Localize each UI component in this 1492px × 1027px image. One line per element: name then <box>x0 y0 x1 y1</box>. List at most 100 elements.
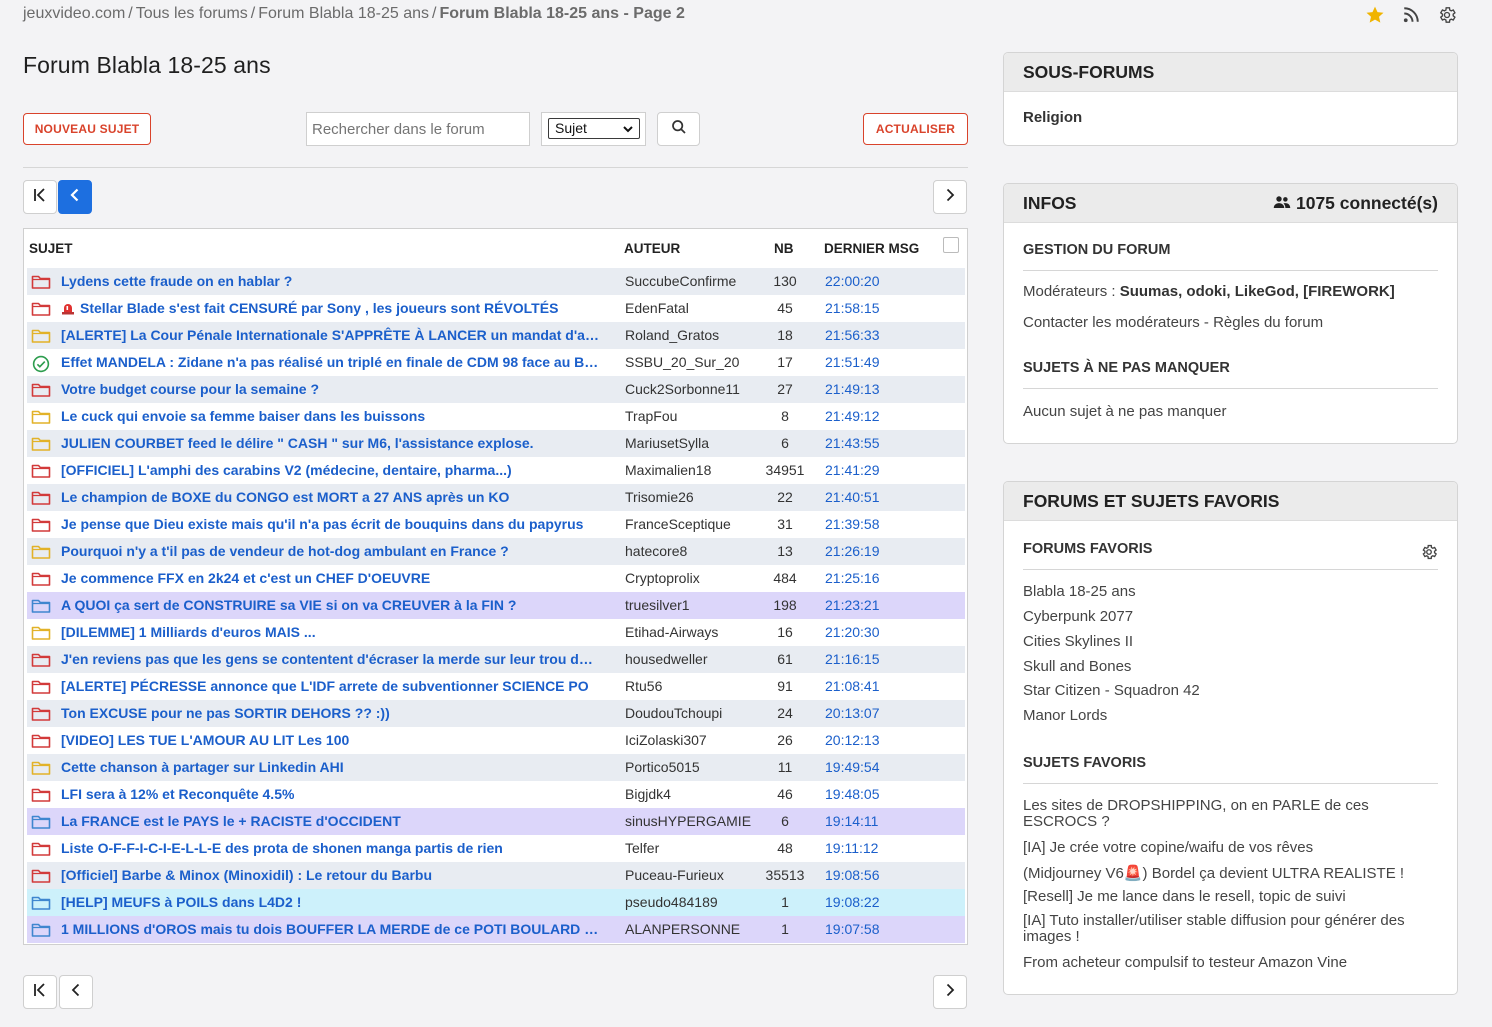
topic-title-link[interactable]: [Officiel] Barbe & Minox (Minoxidil) : L… <box>61 867 432 883</box>
table-row[interactable]: [Officiel] Barbe & Minox (Minoxidil) : L… <box>27 862 965 889</box>
topic-author[interactable]: hatecore8 <box>625 543 687 559</box>
topic-author[interactable]: DoudouTchoupi <box>625 705 722 721</box>
topic-title-link[interactable]: [ALERTE] La Cour Pénale Internationale S… <box>61 327 599 343</box>
subforum-link[interactable]: Religion <box>1023 109 1082 126</box>
prev-page-button-bottom[interactable] <box>59 975 93 1009</box>
topic-author[interactable]: FranceSceptique <box>625 516 731 532</box>
table-row[interactable]: [OFFICIEL] L'amphi des carabins V2 (méde… <box>27 457 965 484</box>
topic-title-link[interactable]: Stellar Blade s'est fait CENSURÉ par Son… <box>61 300 558 318</box>
table-row[interactable]: [ALERTE] La Cour Pénale Internationale S… <box>27 322 965 349</box>
topic-author[interactable]: Trisomie26 <box>625 489 694 505</box>
topic-author[interactable]: SuccubeConfirme <box>625 273 736 289</box>
favorite-forum-link[interactable]: Skull and Bones <box>1023 658 1131 675</box>
topic-title-link[interactable]: Effet MANDELA : Zidane n'a pas réalisé u… <box>61 354 599 370</box>
topic-title-link[interactable]: A QUOI ça sert de CONSTRUIRE sa VIE si o… <box>61 597 516 613</box>
table-row[interactable]: 1 MILLIONS d'OROS mais tu dois BOUFFER L… <box>27 916 965 943</box>
favorite-forum-link[interactable]: Cyberpunk 2077 <box>1023 608 1133 625</box>
table-row[interactable]: Pourquoi n'y a t'il pas de vendeur de ho… <box>27 538 965 565</box>
topic-author[interactable]: Portico5015 <box>625 759 700 775</box>
topic-last-message-time[interactable]: 21:16:15 <box>825 651 880 667</box>
topic-title-link[interactable]: LFI sera à 12% et Reconquête 4.5% <box>61 786 294 802</box>
topic-title-link[interactable]: JULIEN COURBET feed le délire " CASH " s… <box>61 435 534 451</box>
table-row[interactable]: Je pense que Dieu existe mais qu'il n'a … <box>27 511 965 538</box>
topic-author[interactable]: MariusetSylla <box>625 435 709 451</box>
table-row[interactable]: JULIEN COURBET feed le délire " CASH " s… <box>27 430 965 457</box>
topic-title-link[interactable]: Je commence FFX en 2k24 et c'est un CHEF… <box>61 570 430 586</box>
topic-title-link[interactable]: [OFFICIEL] L'amphi des carabins V2 (méde… <box>61 462 512 478</box>
topic-title-link[interactable]: Liste O-F-F-I-C-I-E-L-L-E des prota de s… <box>61 840 503 856</box>
forum-search-input[interactable] <box>306 112 530 146</box>
topic-last-message-time[interactable]: 21:23:21 <box>825 597 880 613</box>
table-row[interactable]: J'en reviens pas que les gens se content… <box>27 646 965 673</box>
topic-title-link[interactable]: [DILEMME] 1 Milliards d'euros MAIS ... <box>61 624 316 640</box>
favorite-forum-link[interactable]: Star Citizen - Squadron 42 <box>1023 682 1200 699</box>
topic-author[interactable]: Bigjdk4 <box>625 786 671 802</box>
topic-author[interactable]: Maximalien18 <box>625 462 711 478</box>
favorite-topic-link[interactable]: Les sites de DROPSHIPPING, on en PARLE d… <box>1023 798 1393 830</box>
table-row[interactable]: LFI sera à 12% et Reconquête 4.5% Bigjdk4… <box>27 781 965 808</box>
topic-title-link[interactable]: J'en reviens pas que les gens se content… <box>61 651 599 667</box>
topic-author[interactable]: Puceau-Furieux <box>625 867 724 883</box>
star-icon[interactable] <box>1364 4 1386 26</box>
topic-last-message-time[interactable]: 21:43:55 <box>825 435 880 451</box>
table-row[interactable]: [ALERTE] PÉCRESSE annonce que L'IDF arre… <box>27 673 965 700</box>
topic-author[interactable]: Rtu56 <box>625 678 662 694</box>
topic-author[interactable]: SSBU_20_Sur_20 <box>625 354 739 370</box>
gear-icon[interactable] <box>1436 4 1458 26</box>
contact-moderators-link[interactable]: Contacter les modérateurs - Règles du fo… <box>1023 314 1323 331</box>
topic-author[interactable]: Cuck2Sorbonne11 <box>625 381 740 397</box>
topic-title-link[interactable]: Cette chanson à partager sur Linkedin AH… <box>61 759 344 775</box>
favorite-forum-link[interactable]: Blabla 18-25 ans <box>1023 583 1136 600</box>
refresh-button[interactable]: ACTUALISER <box>863 113 968 145</box>
table-row[interactable]: Lydens cette fraude on en hablar ? Succub… <box>27 268 965 295</box>
topic-last-message-time[interactable]: 19:08:22 <box>825 894 880 910</box>
topic-last-message-time[interactable]: 21:41:29 <box>825 462 880 478</box>
topic-last-message-time[interactable]: 21:49:12 <box>825 408 880 424</box>
moderators-links[interactable]: Suumas, odoki, LikeGod, [FIREWORK] <box>1120 283 1395 300</box>
table-row[interactable]: Ton EXCUSE pour ne pas SORTIR DEHORS ?? … <box>27 700 965 727</box>
favorite-topic-link[interactable]: (Midjourney V6🚨) Bordel ça devient ULTRA… <box>1023 864 1404 882</box>
topic-title-link[interactable]: La FRANCE est le PAYS le + RACISTE d'OCC… <box>61 813 401 829</box>
topic-author[interactable]: housedweller <box>625 651 708 667</box>
select-all-checkbox[interactable] <box>943 237 959 253</box>
topic-last-message-time[interactable]: 21:20:30 <box>825 624 880 640</box>
favorite-forum-link[interactable]: Manor Lords <box>1023 707 1107 724</box>
topic-title-link[interactable]: Pourquoi n'y a t'il pas de vendeur de ho… <box>61 543 509 559</box>
topic-last-message-time[interactable]: 21:51:49 <box>825 354 880 370</box>
first-page-button[interactable] <box>23 180 57 214</box>
topic-author[interactable]: pseudo484189 <box>625 894 718 910</box>
first-page-button-bottom[interactable] <box>23 975 57 1009</box>
topic-last-message-time[interactable]: 21:08:41 <box>825 678 880 694</box>
next-page-button[interactable] <box>933 180 967 214</box>
favorite-forum-link[interactable]: Cities Skylines II <box>1023 633 1133 650</box>
topic-title-link[interactable]: [ALERTE] PÉCRESSE annonce que L'IDF arre… <box>61 678 589 694</box>
next-page-button-bottom[interactable] <box>933 975 967 1009</box>
topic-last-message-time[interactable]: 19:49:54 <box>825 759 880 775</box>
table-row[interactable]: [HELP] MEUFS à POILS dans L4D2 ! pseudo48… <box>27 889 965 916</box>
table-row[interactable]: [VIDEO] LES TUE L'AMOUR AU LIT Les 100 Ic… <box>27 727 965 754</box>
topic-title-link[interactable]: 1 MILLIONS d'OROS mais tu dois BOUFFER L… <box>61 921 599 937</box>
topic-last-message-time[interactable]: 20:12:13 <box>825 732 880 748</box>
table-row[interactable]: Liste O-F-F-I-C-I-E-L-L-E des prota de s… <box>27 835 965 862</box>
table-row[interactable]: Je commence FFX en 2k24 et c'est un CHEF… <box>27 565 965 592</box>
topic-last-message-time[interactable]: 19:07:58 <box>825 921 880 937</box>
topic-last-message-time[interactable]: 19:48:05 <box>825 786 880 802</box>
table-row[interactable]: [DILEMME] 1 Milliards d'euros MAIS ... Et… <box>27 619 965 646</box>
topic-author[interactable]: ALANPERSONNE <box>625 921 740 937</box>
topic-author[interactable]: Etihad-Airways <box>625 624 718 640</box>
topic-title-link[interactable]: Ton EXCUSE pour ne pas SORTIR DEHORS ?? … <box>61 705 390 721</box>
breadcrumb-forum-link[interactable]: Forum Blabla 18-25 ans <box>258 5 429 22</box>
topic-title-link[interactable]: Le cuck qui envoie sa femme baiser dans … <box>61 408 425 424</box>
breadcrumb-home-link[interactable]: jeuxvideo.com <box>23 5 125 22</box>
topic-last-message-time[interactable]: 21:40:51 <box>825 489 880 505</box>
table-row[interactable]: Le cuck qui envoie sa femme baiser dans … <box>27 403 965 430</box>
topic-author[interactable]: Roland_Gratos <box>625 327 719 343</box>
topic-title-link[interactable]: Je pense que Dieu existe mais qu'il n'a … <box>61 516 583 532</box>
topic-title-link[interactable]: Le champion de BOXE du CONGO est MORT a … <box>61 489 509 505</box>
topic-last-message-time[interactable]: 21:49:13 <box>825 381 880 397</box>
topic-last-message-time[interactable]: 21:26:19 <box>825 543 880 559</box>
favorite-topic-link[interactable]: From acheteur compulsif to testeur Amazo… <box>1023 954 1347 971</box>
table-row[interactable]: Effet MANDELA : Zidane n'a pas réalisé u… <box>27 349 965 376</box>
topic-author[interactable]: truesilver1 <box>625 597 690 613</box>
favorite-topic-link[interactable]: [IA] Je crée votre copine/waifu de vos r… <box>1023 839 1313 856</box>
